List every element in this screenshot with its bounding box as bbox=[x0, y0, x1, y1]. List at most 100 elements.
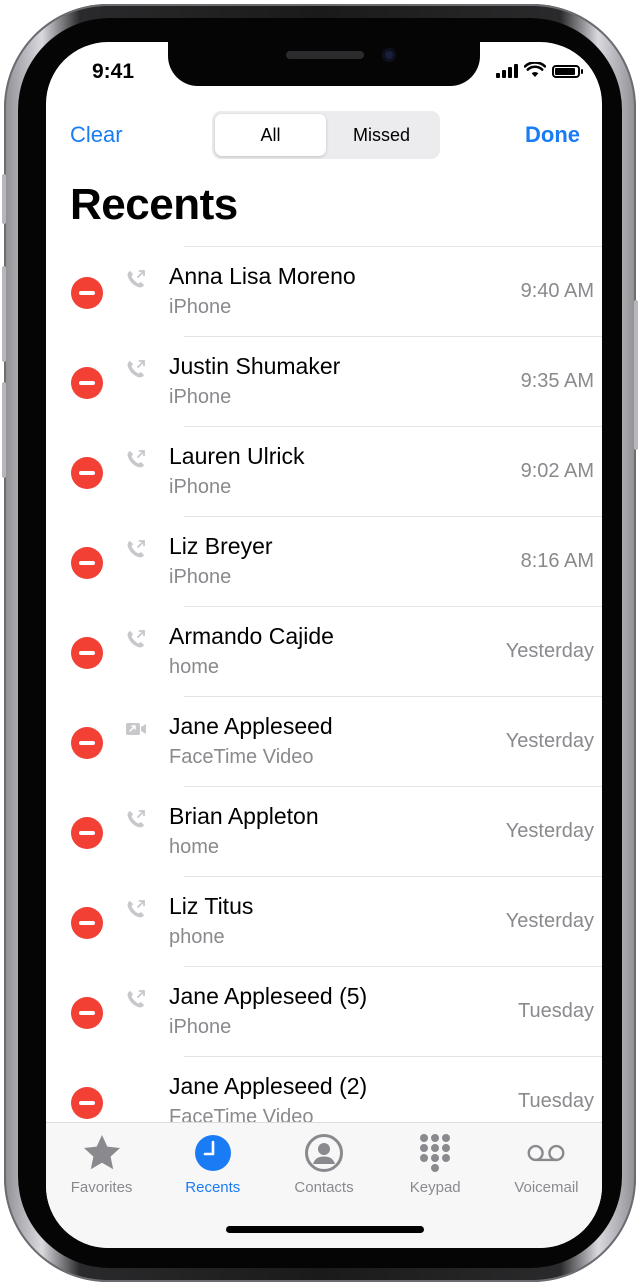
call-detail: iPhone bbox=[169, 1016, 232, 1038]
row-separator bbox=[184, 786, 602, 787]
call-row[interactable]: Liz Titus phone Yesterday bbox=[46, 876, 602, 966]
row-separator bbox=[184, 606, 602, 607]
filter-segmented-control: All Missed bbox=[212, 111, 440, 159]
volume-down-button bbox=[2, 382, 6, 478]
tab-recents[interactable]: Recents bbox=[157, 1123, 268, 1205]
caller-name: Liz Titus bbox=[169, 893, 254, 919]
tab-favorites[interactable]: Favorites bbox=[46, 1123, 157, 1205]
call-time: Yesterday bbox=[505, 910, 594, 932]
side-button bbox=[634, 300, 638, 450]
screen: 9:41 Clear All Missed Done Recents Anna … bbox=[46, 42, 602, 1248]
call-row[interactable]: Liz Breyer iPhone 8:16 AM bbox=[46, 516, 602, 606]
call-detail: iPhone bbox=[169, 566, 232, 588]
row-separator bbox=[184, 966, 602, 967]
call-detail: home bbox=[169, 836, 220, 858]
outgoing-call-icon bbox=[127, 360, 145, 378]
call-detail: FaceTime Video bbox=[169, 1106, 314, 1122]
outgoing-call-icon bbox=[127, 630, 145, 648]
caller-name: Justin Shumaker bbox=[169, 353, 341, 379]
row-separator bbox=[184, 516, 602, 517]
wifi-icon bbox=[524, 62, 546, 77]
tab-voicemail[interactable]: Voicemail bbox=[491, 1123, 602, 1205]
keypad-icon bbox=[420, 1134, 451, 1172]
outgoing-call-icon bbox=[127, 450, 145, 468]
outgoing-call-icon bbox=[127, 990, 145, 1008]
row-separator bbox=[184, 876, 602, 877]
tab-contacts[interactable]: Contacts bbox=[268, 1123, 379, 1205]
delete-icon[interactable] bbox=[71, 727, 103, 759]
tab-label: Contacts bbox=[294, 1179, 354, 1196]
delete-icon[interactable] bbox=[71, 1087, 103, 1119]
notch bbox=[168, 42, 480, 86]
call-time: Tuesday bbox=[518, 1000, 594, 1022]
call-detail: iPhone bbox=[169, 476, 232, 498]
cellular-signal-icon bbox=[496, 64, 518, 78]
home-indicator[interactable] bbox=[226, 1226, 424, 1233]
call-row[interactable]: Anna Lisa Moreno iPhone 9:40 AM bbox=[46, 246, 602, 336]
call-detail: iPhone bbox=[169, 296, 232, 318]
clock-icon bbox=[194, 1135, 231, 1171]
outgoing-call-icon bbox=[127, 270, 145, 288]
segment-missed[interactable]: Missed bbox=[326, 114, 437, 156]
outgoing-call-icon bbox=[127, 900, 145, 918]
call-time: Yesterday bbox=[505, 820, 594, 842]
call-time: Yesterday bbox=[505, 640, 594, 662]
clear-button[interactable]: Clear bbox=[70, 122, 123, 148]
call-row[interactable]: Lauren Ulrick iPhone 9:02 AM bbox=[46, 426, 602, 516]
tab-label: Voicemail bbox=[514, 1179, 579, 1196]
call-row[interactable]: Justin Shumaker iPhone 9:35 AM bbox=[46, 336, 602, 426]
call-detail: iPhone bbox=[169, 386, 232, 408]
front-camera bbox=[382, 48, 396, 62]
caller-name: Anna Lisa Moreno bbox=[169, 263, 356, 289]
call-time: Tuesday bbox=[518, 1090, 594, 1112]
call-detail: FaceTime Video bbox=[169, 746, 314, 768]
tab-label: Favorites bbox=[70, 1179, 133, 1196]
row-separator bbox=[184, 1056, 602, 1057]
row-separator bbox=[184, 246, 602, 247]
done-button[interactable]: Done bbox=[525, 122, 580, 148]
caller-name: Lauren Ulrick bbox=[169, 443, 305, 469]
call-time: Yesterday bbox=[505, 730, 594, 752]
status-time: 9:41 bbox=[92, 60, 135, 83]
call-row[interactable]: Jane Appleseed FaceTime Video Yesterday bbox=[46, 696, 602, 786]
caller-name: Jane Appleseed (5) bbox=[169, 983, 368, 1009]
earpiece-speaker bbox=[286, 51, 364, 59]
caller-name: Jane Appleseed (2) bbox=[169, 1073, 368, 1099]
delete-icon[interactable] bbox=[71, 997, 103, 1029]
voicemail-icon bbox=[527, 1144, 565, 1162]
volume-up-button bbox=[2, 266, 6, 362]
person-circle-icon bbox=[305, 1134, 343, 1172]
row-separator bbox=[184, 696, 602, 697]
caller-name: Armando Cajide bbox=[169, 623, 334, 649]
recents-list: Anna Lisa Moreno iPhone 9:40 AM Justin S… bbox=[46, 246, 602, 1122]
tab-label: Recents bbox=[185, 1179, 241, 1196]
call-row[interactable]: Jane Appleseed (2) FaceTime Video Tuesda… bbox=[46, 1056, 602, 1122]
status-icons bbox=[496, 62, 583, 78]
delete-icon[interactable] bbox=[71, 457, 103, 489]
delete-icon[interactable] bbox=[71, 367, 103, 399]
outgoing-call-icon bbox=[127, 810, 145, 828]
star-icon bbox=[83, 1135, 120, 1170]
call-row[interactable]: Brian Appleton home Yesterday bbox=[46, 786, 602, 876]
delete-icon[interactable] bbox=[71, 637, 103, 669]
caller-name: Jane Appleseed bbox=[169, 713, 333, 739]
caller-name: Liz Breyer bbox=[169, 533, 273, 559]
facetime-video-icon bbox=[126, 723, 146, 735]
row-separator bbox=[184, 426, 602, 427]
delete-icon[interactable] bbox=[71, 907, 103, 939]
call-row[interactable]: Armando Cajide home Yesterday bbox=[46, 606, 602, 696]
call-time: 9:40 AM bbox=[520, 280, 594, 302]
battery-icon bbox=[552, 65, 583, 78]
call-time: 9:35 AM bbox=[520, 370, 594, 392]
caller-name: Brian Appleton bbox=[169, 803, 319, 829]
call-detail: home bbox=[169, 656, 220, 678]
call-row[interactable]: Jane Appleseed (5) iPhone Tuesday bbox=[46, 966, 602, 1056]
delete-icon[interactable] bbox=[71, 277, 103, 309]
call-detail: phone bbox=[169, 926, 225, 948]
segment-all[interactable]: All bbox=[215, 114, 326, 156]
mute-switch bbox=[2, 174, 6, 224]
tab-keypad[interactable]: Keypad bbox=[380, 1123, 491, 1205]
delete-icon[interactable] bbox=[71, 817, 103, 849]
outgoing-call-icon bbox=[127, 540, 145, 558]
delete-icon[interactable] bbox=[71, 547, 103, 579]
